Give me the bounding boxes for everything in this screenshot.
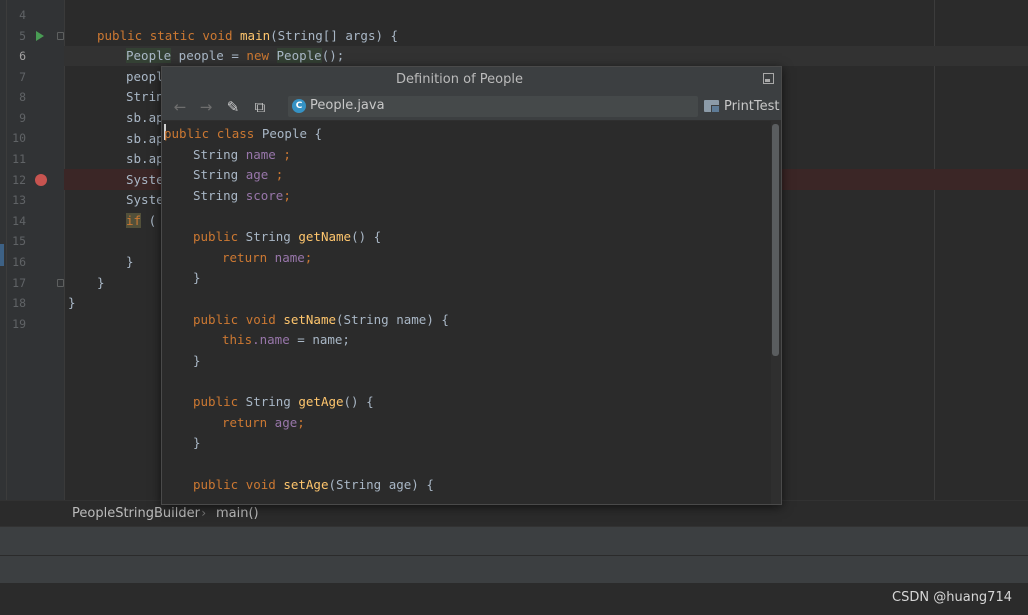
code-text: ( <box>141 213 157 228</box>
line-number: 16 <box>12 255 26 269</box>
fold-icon[interactable] <box>57 32 64 40</box>
file-selector[interactable]: C People.java <box>288 96 698 117</box>
code-line[interactable]: } <box>126 254 134 269</box>
code-line[interactable]: sb.ap <box>126 110 164 125</box>
people-type-reference[interactable]: People <box>126 48 172 63</box>
popup-code-view[interactable]: public class People { String name ; Stri… <box>162 121 770 504</box>
code-line: public void setName(String name) { <box>193 312 449 327</box>
tool-window-bar <box>0 526 1028 555</box>
code-line[interactable]: } <box>97 275 105 290</box>
line-number: 12 <box>12 173 26 187</box>
popup-toolbar: ← → ✎ ⧉ C People.java PrintTest <box>162 94 781 121</box>
edit-source-icon[interactable]: ✎ <box>223 97 243 117</box>
line-number: 15 <box>12 234 26 248</box>
code-line: } <box>193 270 201 285</box>
line-number: 9 <box>19 111 26 125</box>
code-line: this.name = name; <box>222 332 350 347</box>
keyword: static <box>149 28 195 43</box>
code-line[interactable]: } <box>68 295 76 310</box>
find-usages-icon[interactable]: ⧉ <box>250 97 270 117</box>
run-gutter-icon[interactable] <box>36 31 44 41</box>
line-number: 18 <box>12 296 26 310</box>
forward-arrow-icon[interactable]: → <box>196 97 216 117</box>
line-number: 10 <box>12 131 26 145</box>
line-number: 7 <box>19 70 26 84</box>
code-line[interactable]: Strin <box>126 89 164 104</box>
line-number: 5 <box>19 29 26 43</box>
module-folder-icon <box>704 100 720 113</box>
breadcrumb-separator-icon: › <box>200 506 208 520</box>
back-arrow-icon[interactable]: ← <box>170 97 190 117</box>
code-line: String name ; <box>193 147 291 162</box>
method-name: main <box>240 28 271 43</box>
keyword: new <box>246 48 269 63</box>
code-line: public String getAge() { <box>193 394 374 409</box>
line-number: 14 <box>12 214 26 228</box>
code-text: (String[] args) { <box>270 28 399 43</box>
code-line-main[interactable]: public static void main(String[] args) { <box>97 28 398 43</box>
line-number: 8 <box>19 90 26 104</box>
right-margin-guide <box>934 0 935 500</box>
breakpoint-icon[interactable] <box>35 174 47 186</box>
file-name: People.java <box>310 98 385 113</box>
line-number: 6 <box>19 49 26 63</box>
breadcrumb-class[interactable]: PeopleStringBuilder <box>72 506 200 521</box>
popup-title-bar[interactable]: Definition of People <box>162 67 781 95</box>
line-number: 11 <box>12 152 26 166</box>
popup-scrollbar-thumb[interactable] <box>772 124 779 356</box>
code-text: (); <box>321 48 345 63</box>
keyword: if <box>126 213 142 228</box>
code-line[interactable]: sb.ap <box>126 131 164 146</box>
code-line: public class People { <box>164 126 323 141</box>
code-line: public void setAge(String age) { <box>193 477 434 492</box>
code-text: people = <box>171 48 247 63</box>
keyword: public <box>97 28 143 43</box>
code-line: String age ; <box>193 167 284 182</box>
code-line[interactable]: peopl <box>126 69 164 84</box>
module-name[interactable]: PrintTest <box>724 99 780 114</box>
java-class-icon: C <box>292 99 306 113</box>
bottom-strip <box>0 583 1028 615</box>
line-number: 19 <box>12 317 26 331</box>
watermark: CSDN @huang714 <box>892 590 1012 605</box>
code-line: return name; <box>222 250 313 265</box>
code-line[interactable]: Syste <box>126 172 164 187</box>
keyword: void <box>202 28 233 43</box>
code-line: return age; <box>222 415 305 430</box>
line-number: 13 <box>12 193 26 207</box>
code-line-people-decl[interactable]: People people = new People(); <box>126 48 344 63</box>
code-line: public String getName() { <box>193 229 382 244</box>
quick-definition-popup[interactable]: Definition of People ← → ✎ ⧉ C People.ja… <box>161 66 782 505</box>
code-line: } <box>193 435 201 450</box>
line-number: 4 <box>19 8 26 22</box>
fold-icon[interactable] <box>57 279 64 287</box>
status-bar <box>0 555 1028 583</box>
line-number: 17 <box>12 276 26 290</box>
pin-window-icon[interactable] <box>763 73 774 84</box>
code-line: } <box>193 353 201 368</box>
people-type-reference[interactable]: People <box>276 48 322 63</box>
code-line[interactable]: Syste <box>126 192 164 207</box>
popup-title: Definition of People <box>396 72 523 87</box>
breadcrumb-method[interactable]: main() <box>216 506 259 521</box>
code-line-if[interactable]: if ( <box>126 213 156 228</box>
code-line: String score; <box>193 188 291 203</box>
code-line[interactable]: sb.ap <box>126 151 164 166</box>
